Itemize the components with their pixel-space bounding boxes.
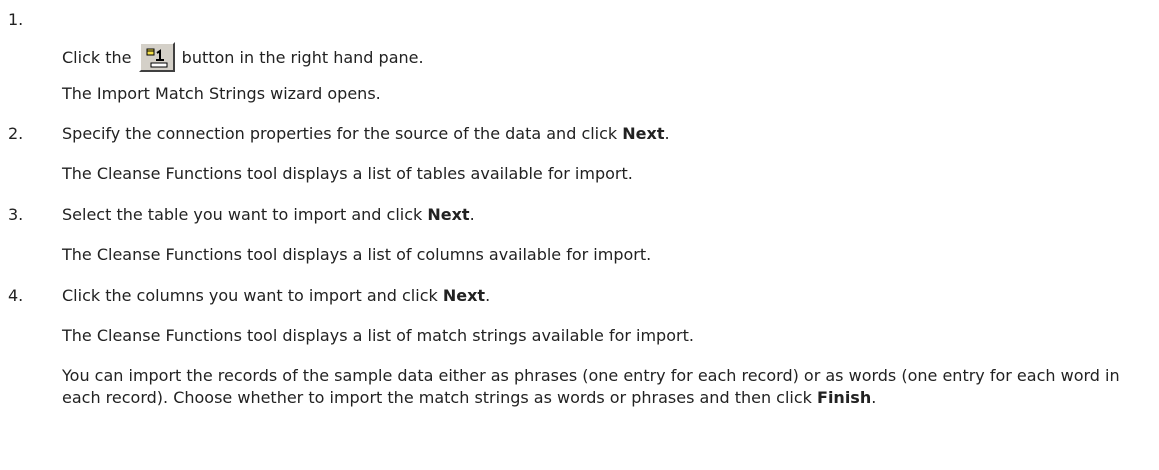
next-label: Next [622,124,665,143]
step-3-result: The Cleanse Functions tool displays a li… [62,245,652,264]
step-3-instruction: Select the table you want to import and … [62,204,475,226]
step-3-text-after: . [469,205,475,224]
step-1-number: 1. [8,10,24,29]
finish-label: Finish [817,388,872,407]
step-4-result: The Cleanse Functions tool displays a li… [62,326,694,345]
step-4-note: You can import the records of the sample… [62,365,1152,409]
step-3-number: 3. [8,205,24,224]
step-1-text-before: Click the [62,48,132,67]
step-1-text-after: button in the right hand pane. [181,48,424,67]
step-4-number: 4. [8,286,24,305]
step-2-result: The Cleanse Functions tool displays a li… [62,164,633,183]
import-match-strings-icon [146,48,168,68]
step-4-text-after: . [485,286,491,305]
step-2-number: 2. [8,124,24,143]
step-1-instruction: Click the button in the right hand pane. [62,42,424,72]
step-4-note-end: . [871,388,877,407]
step-2-text-after: . [664,124,670,143]
next-label: Next [427,205,470,224]
next-label: Next [442,286,486,305]
step-4-note-text: You can import the records of the sample… [62,366,1120,407]
step-1-result: The Import Match Strings wizard opens. [62,84,381,103]
step-2-text-before: Specify the connection properties for th… [62,124,623,143]
import-match-strings-button[interactable] [138,42,175,72]
step-2-instruction: Specify the connection properties for th… [62,123,670,145]
step-4-instruction: Click the columns you want to import and… [62,285,490,307]
step-3-text-before: Select the table you want to import and … [62,205,428,224]
step-4-text-before: Click the columns you want to import and… [62,286,443,305]
